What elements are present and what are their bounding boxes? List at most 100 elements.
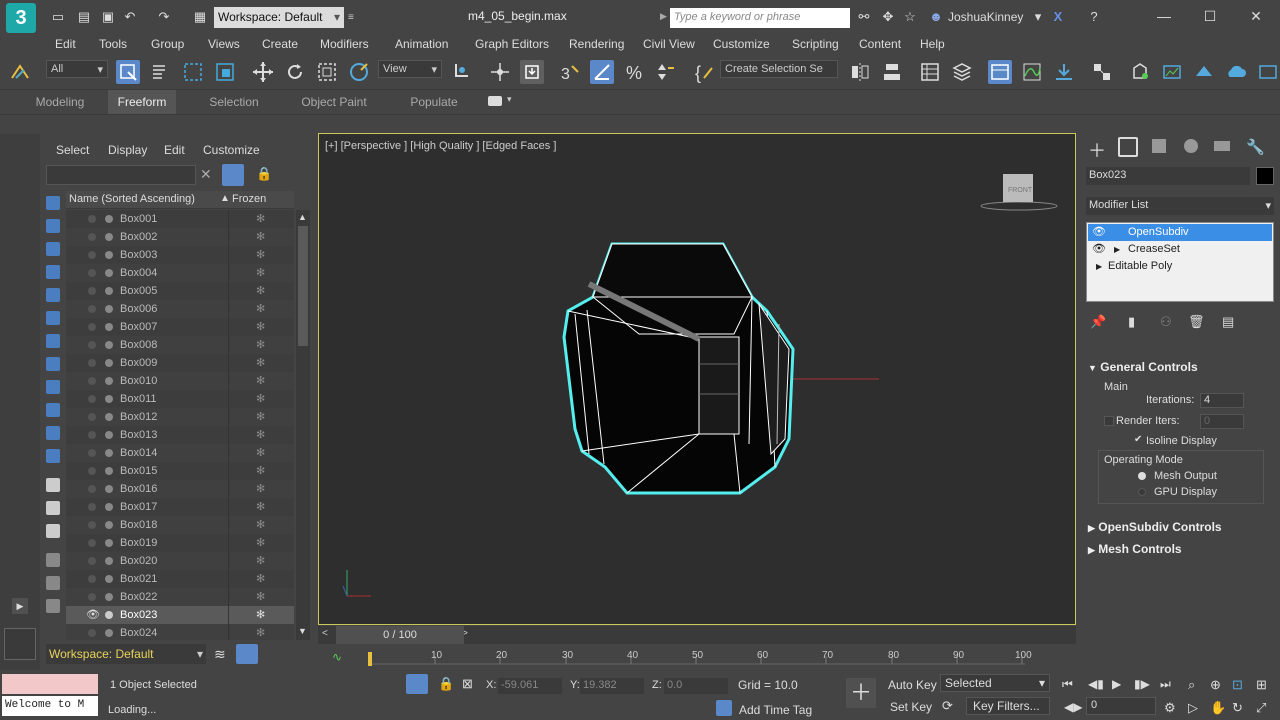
scale-icon[interactable]: [315, 60, 339, 84]
edit-named-selection-icon[interactable]: {: [692, 60, 716, 84]
frozen-icon[interactable]: ✻: [256, 428, 265, 441]
tab-modeling[interactable]: Modeling: [28, 90, 92, 114]
isoline-checkbox[interactable]: ✔: [1134, 434, 1142, 445]
field-of-view-icon[interactable]: ▷: [1188, 700, 1198, 716]
frozen-icon[interactable]: ✻: [256, 572, 265, 585]
filter-toggle-icon[interactable]: [222, 164, 244, 186]
render-iters-spinner[interactable]: 0: [1200, 414, 1244, 429]
close-icon[interactable]: ✕: [1246, 6, 1266, 26]
pivot-center-icon[interactable]: [450, 60, 474, 84]
time-config-icon[interactable]: ⚙: [1164, 700, 1176, 716]
render-in-cloud-icon[interactable]: [1224, 60, 1248, 84]
menu-rendering[interactable]: Rendering: [569, 34, 624, 54]
pan-view-icon[interactable]: ✋: [1210, 700, 1226, 716]
display-lights-icon[interactable]: [46, 242, 60, 256]
maxscript-listener-input[interactable]: [2, 674, 98, 694]
add-time-tag[interactable]: Add Time Tag: [739, 703, 812, 717]
maximize-viewport-icon[interactable]: ⤢: [1256, 700, 1266, 716]
orbit-icon[interactable]: ↻: [1232, 700, 1243, 716]
key-mode-toggle-icon[interactable]: ◀▶: [1064, 700, 1082, 714]
menu-edit[interactable]: Edit: [55, 34, 76, 54]
subscription-icon[interactable]: ✥: [880, 9, 896, 25]
menu-civil-view[interactable]: Civil View: [643, 34, 695, 54]
display-helpers-icon[interactable]: [46, 288, 60, 302]
rendered-frame-window-icon[interactable]: [1160, 60, 1184, 84]
frozen-icon[interactable]: ✻: [256, 500, 265, 513]
list-item[interactable]: Box005 ✻: [66, 282, 294, 300]
key-mode-icon[interactable]: ⟳: [942, 698, 953, 714]
render-setup-icon[interactable]: [1128, 60, 1152, 84]
select-children-icon[interactable]: [46, 599, 60, 613]
box023-mesh[interactable]: [562, 242, 795, 495]
tab-selection[interactable]: Selection: [200, 90, 268, 114]
motion-tab-icon[interactable]: [1184, 139, 1198, 153]
visibility-eye-icon[interactable]: 👁: [1092, 224, 1106, 241]
list-item[interactable]: Box010 ✻: [66, 372, 294, 390]
rotate-icon[interactable]: [283, 60, 307, 84]
project-folder-icon[interactable]: ▦: [192, 9, 208, 25]
frozen-icon[interactable]: ✻: [256, 518, 265, 531]
list-item[interactable]: Box007 ✻: [66, 318, 294, 336]
tab-freeform[interactable]: Freeform: [108, 90, 176, 114]
user-icon[interactable]: ☻: [928, 9, 944, 25]
workspace-dropdown[interactable]: Workspace: Default ▾: [214, 7, 344, 28]
rectangular-selection-icon[interactable]: [181, 60, 205, 84]
sx-menu-select[interactable]: Select: [56, 140, 89, 160]
tab-populate[interactable]: Populate: [404, 90, 464, 114]
menu-scripting[interactable]: Scripting: [792, 34, 839, 54]
mirror-icon[interactable]: [848, 60, 872, 84]
visible-eye-icon[interactable]: 👁: [86, 608, 100, 621]
zoom-extents-icon[interactable]: ⊡: [1232, 677, 1243, 693]
new-file-icon[interactable]: ▭: [50, 9, 66, 25]
object-name-field[interactable]: Box023: [1086, 167, 1250, 185]
move-icon[interactable]: [251, 60, 275, 84]
scene-explorer-search-input[interactable]: [46, 165, 196, 185]
a360-gallery-icon[interactable]: [1256, 60, 1280, 84]
set-key-plus-icon[interactable]: ＋: [846, 678, 876, 708]
menu-group[interactable]: Group: [151, 34, 184, 54]
remove-modifier-icon[interactable]: 🗑: [1188, 314, 1205, 330]
frozen-icon[interactable]: ✻: [256, 554, 265, 567]
frozen-icon[interactable]: ✻: [256, 392, 265, 405]
menu-animation[interactable]: Animation: [395, 34, 448, 54]
list-item[interactable]: Box018 ✻: [66, 516, 294, 534]
display-shapes-icon[interactable]: [46, 219, 60, 233]
absolute-mode-icon[interactable]: ⊠: [462, 676, 473, 692]
go-to-start-icon[interactable]: ⏮: [1062, 677, 1073, 692]
frozen-icon[interactable]: ✻: [256, 590, 265, 603]
frozen-icon[interactable]: ✻: [256, 284, 265, 297]
viewport-layout-tab[interactable]: [4, 628, 36, 660]
selection-lock-icon[interactable]: 🔒: [438, 676, 454, 692]
list-item[interactable]: Box009 ✻: [66, 354, 294, 372]
go-to-end-icon[interactable]: ⏭: [1160, 677, 1171, 692]
percent-snap-icon[interactable]: %: [622, 60, 646, 84]
x-coordinate-field[interactable]: -59.061: [498, 678, 562, 694]
previous-key-icon[interactable]: ◀▮: [1088, 677, 1104, 691]
scene-explorer-toggle-icon[interactable]: [236, 644, 258, 664]
rollout-general-controls[interactable]: ▼ General Controls: [1088, 360, 1268, 378]
frozen-icon[interactable]: ✻: [256, 212, 265, 225]
open-file-icon[interactable]: ▤: [76, 9, 92, 25]
frozen-icon[interactable]: ✻: [256, 446, 265, 459]
frozen-icon[interactable]: ✻: [256, 536, 265, 549]
menu-help[interactable]: Help: [920, 34, 945, 54]
frozen-icon[interactable]: ✻: [256, 482, 265, 495]
list-item[interactable]: Box013 ✻: [66, 426, 294, 444]
list-item[interactable]: Box016 ✻: [66, 480, 294, 498]
list-item[interactable]: Box011 ✻: [66, 390, 294, 408]
menu-graph-editors[interactable]: Graph Editors: [475, 34, 549, 54]
visibility-eye-icon[interactable]: 👁: [1092, 241, 1106, 258]
frozen-icon[interactable]: ✻: [256, 338, 265, 351]
display-space-warps-icon[interactable]: [46, 311, 60, 325]
viewcube[interactable]: FRONT: [980, 174, 1058, 211]
column-name-header[interactable]: Name (Sorted Ascending): [69, 193, 195, 205]
list-item[interactable]: Box021 ✻: [66, 570, 294, 588]
display-geometry-icon[interactable]: [46, 196, 60, 210]
list-item[interactable]: Box019 ✻: [66, 534, 294, 552]
scroll-thumb[interactable]: [298, 226, 308, 346]
display-invert-icon[interactable]: [46, 524, 60, 538]
stack-item-creaseset[interactable]: 👁 ▶ CreaseSet: [1088, 241, 1272, 258]
iterations-spinner[interactable]: 4: [1200, 393, 1244, 408]
frozen-icon[interactable]: ✻: [256, 626, 265, 639]
auto-key-button[interactable]: Auto Key: [888, 678, 937, 692]
